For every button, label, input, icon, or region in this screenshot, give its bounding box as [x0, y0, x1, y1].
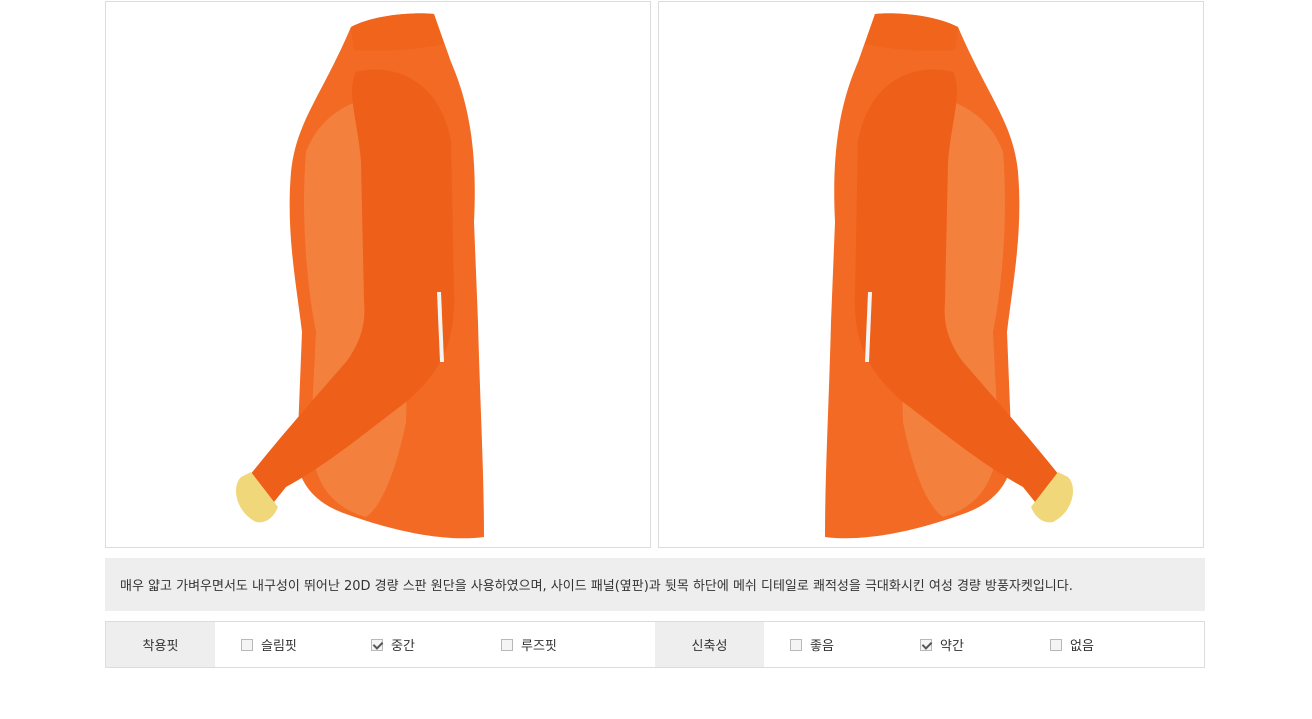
jacket-right-side-photo [825, 13, 1073, 539]
fit-option-loose[interactable]: 루즈핏 [501, 622, 557, 667]
product-image-left[interactable] [105, 1, 651, 548]
product-description: 매우 얇고 가벼우면서도 내구성이 뛰어난 20D 경량 스판 원단을 사용하였… [105, 558, 1205, 611]
stretch-slight-checkbox[interactable] [920, 638, 932, 651]
fit-option-regular[interactable]: 중간 [371, 622, 415, 667]
stretch-option-none[interactable]: 없음 [1050, 622, 1094, 667]
stretch-good-checkbox[interactable] [790, 638, 802, 651]
jacket-left-side-photo [236, 13, 484, 539]
fit-spec-group: 착용핏 슬림핏 중간 루즈핏 [106, 622, 655, 667]
stretch-label: 신축성 [655, 622, 764, 667]
stretch-option-slight[interactable]: 약간 [920, 622, 964, 667]
fit-regular-checkbox[interactable] [371, 638, 383, 651]
spec-table: 착용핏 슬림핏 중간 루즈핏 신축성 좋음 약간 없음 [105, 621, 1205, 668]
stretch-slight-label: 약간 [940, 639, 964, 654]
stretch-none-checkbox[interactable] [1050, 638, 1062, 651]
stretch-spec-group: 신축성 좋음 약간 없음 [655, 622, 1204, 667]
fit-option-slim[interactable]: 슬림핏 [241, 622, 297, 667]
fit-slim-checkbox[interactable] [241, 638, 253, 651]
fit-loose-checkbox[interactable] [501, 638, 513, 651]
stretch-good-label: 좋음 [810, 639, 834, 654]
product-image-gallery [105, 0, 1205, 548]
stretch-option-good[interactable]: 좋음 [790, 622, 834, 667]
fit-options: 슬림핏 중간 루즈핏 [215, 622, 655, 667]
fit-label: 착용핏 [106, 622, 215, 667]
fit-regular-label: 중간 [391, 639, 415, 654]
fit-slim-label: 슬림핏 [261, 639, 297, 654]
product-image-right[interactable] [658, 1, 1204, 548]
product-description-text: 매우 얇고 가벼우면서도 내구성이 뛰어난 20D 경량 스판 원단을 사용하였… [120, 579, 1073, 594]
fit-loose-label: 루즈핏 [521, 639, 557, 654]
stretch-none-label: 없음 [1070, 639, 1094, 654]
stretch-options: 좋음 약간 없음 [764, 622, 1204, 667]
